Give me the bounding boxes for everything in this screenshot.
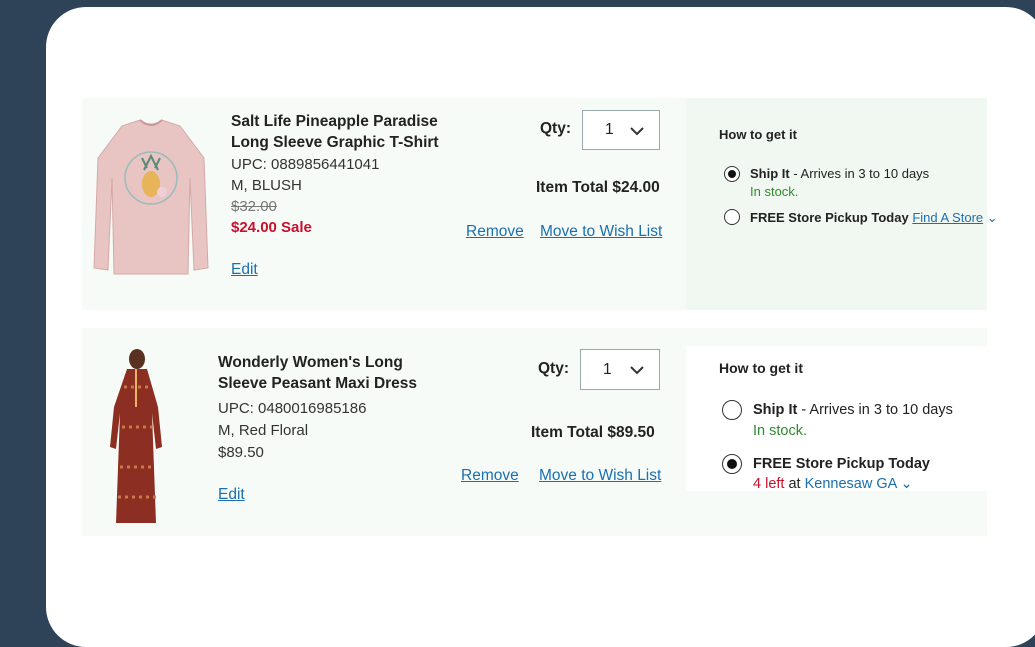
- find-a-store-link[interactable]: Find A Store: [912, 210, 983, 225]
- product-name-line[interactable]: Salt Life Pineapple Paradise: [231, 111, 439, 132]
- item-total: Item Total $24.00: [536, 179, 660, 196]
- ship-it-text: - Arrives in 3 to 10 days: [789, 166, 930, 181]
- qty-label: Qty:: [538, 360, 569, 377]
- product-price: $89.50: [218, 444, 264, 461]
- store-pickup-option[interactable]: FREE Store Pickup Today Find A Store ⌄: [750, 210, 998, 226]
- ship-it-radio[interactable]: [724, 166, 740, 182]
- store-pickup-label: FREE Store Pickup Today: [750, 210, 909, 225]
- store-pickup-radio[interactable]: [722, 454, 742, 474]
- product-image-dress[interactable]: [100, 347, 172, 525]
- edit-link[interactable]: Edit: [231, 261, 258, 279]
- qty-value: 1: [605, 121, 614, 138]
- chevron-down-icon: ⌄: [983, 210, 998, 225]
- move-to-wishlist-link[interactable]: Move to Wish List: [540, 223, 662, 241]
- at-text: at: [784, 476, 805, 492]
- store-pickup-radio[interactable]: [724, 209, 740, 225]
- qty-select[interactable]: 1: [580, 349, 660, 390]
- item-total: Item Total $89.50: [531, 424, 655, 441]
- chevron-down-icon: [630, 366, 644, 375]
- product-name-line[interactable]: Sleeve Peasant Maxi Dress: [218, 373, 417, 394]
- chevron-down-icon: ⌄: [896, 476, 913, 492]
- qty-select[interactable]: 1: [582, 110, 660, 150]
- stock-status: In stock.: [750, 184, 799, 199]
- stock-count: 4 left: [753, 476, 785, 492]
- original-price: $32.00: [231, 198, 277, 215]
- qty-value: 1: [603, 360, 612, 378]
- how-to-get-it-label: How to get it: [719, 360, 803, 376]
- product-variant: M, BLUSH: [231, 177, 302, 194]
- remove-link[interactable]: Remove: [466, 223, 524, 241]
- chevron-down-icon: [630, 127, 644, 136]
- move-to-wishlist-link[interactable]: Move to Wish List: [539, 467, 661, 485]
- product-variant: M, Red Floral: [218, 422, 309, 439]
- ship-it-text: - Arrives in 3 to 10 days: [797, 402, 953, 418]
- store-pickup-label: FREE Store Pickup Today: [753, 456, 930, 472]
- qty-label: Qty:: [540, 120, 571, 137]
- ship-it-label: Ship It: [750, 166, 790, 181]
- product-name-line[interactable]: Wonderly Women's Long: [218, 352, 417, 373]
- product-upc: UPC: 0480016985186: [218, 400, 367, 417]
- product-name[interactable]: Salt Life Pineapple Paradise Long Sleeve…: [231, 111, 439, 153]
- product-image-tshirt[interactable]: [92, 118, 210, 276]
- pickup-availability: 4 left at Kennesaw GA ⌄: [753, 476, 913, 492]
- stock-status: In stock.: [753, 423, 807, 439]
- ship-it-option[interactable]: Ship It - Arrives in 3 to 10 days: [753, 402, 953, 418]
- ship-it-option[interactable]: Ship It - Arrives in 3 to 10 days: [750, 166, 929, 181]
- remove-link[interactable]: Remove: [461, 467, 519, 485]
- store-pickup-option[interactable]: FREE Store Pickup Today: [753, 456, 930, 472]
- ship-it-radio[interactable]: [722, 400, 742, 420]
- product-upc: UPC: 0889856441041: [231, 156, 380, 173]
- product-name-line[interactable]: Long Sleeve Graphic T-Shirt: [231, 132, 439, 153]
- how-to-get-it-label: How to get it: [719, 127, 797, 142]
- sale-price: $24.00 Sale: [231, 219, 312, 236]
- product-name[interactable]: Wonderly Women's Long Sleeve Peasant Max…: [218, 352, 417, 394]
- edit-link[interactable]: Edit: [218, 486, 245, 504]
- ship-it-label: Ship It: [753, 402, 798, 418]
- store-name-link[interactable]: Kennesaw GA: [805, 476, 897, 492]
